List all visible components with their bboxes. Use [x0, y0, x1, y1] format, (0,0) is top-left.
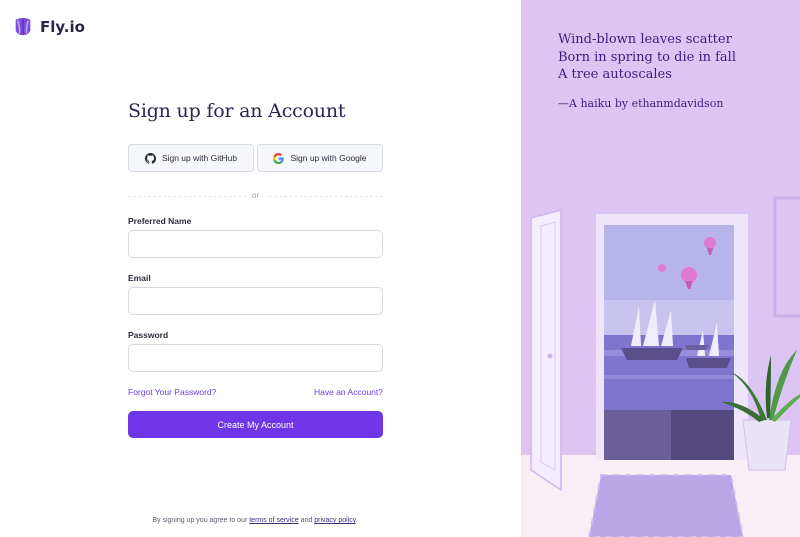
divider-text: or — [245, 191, 266, 200]
forgot-password-link[interactable]: Forgot Your Password? — [128, 387, 216, 397]
github-signup-button[interactable]: Sign up with GitHub — [128, 144, 254, 172]
brand-name: Fly.io — [40, 18, 85, 36]
privacy-policy-link[interactable]: privacy policy — [314, 517, 356, 524]
name-label: Preferred Name — [128, 216, 192, 226]
terms-notice: By signing up you agree to our terms of … — [0, 517, 510, 524]
email-input[interactable] — [128, 287, 383, 315]
terms-of-service-link[interactable]: terms of service — [249, 517, 298, 524]
haiku-line-2: Born in spring to die in fall — [558, 49, 736, 65]
illustration-panel: Wind-blown leaves scatter Born in spring… — [521, 0, 800, 537]
google-icon — [273, 152, 285, 164]
brand-logo[interactable]: Fly.io — [12, 16, 85, 38]
password-input[interactable] — [128, 344, 383, 372]
or-divider: or — [128, 191, 383, 201]
signup-form: Sign up for an Account Sign up with GitH… — [128, 100, 383, 438]
create-account-button[interactable]: Create My Account — [128, 411, 383, 438]
password-label: Password — [128, 330, 169, 340]
email-label: Email — [128, 273, 151, 283]
google-signup-button[interactable]: Sign up with Google — [257, 144, 383, 172]
haiku-line-3: A tree autoscales — [558, 67, 672, 82]
page-title: Sign up for an Account — [128, 100, 346, 122]
google-button-label: Sign up with Google — [290, 153, 367, 163]
terms-and: and — [298, 517, 315, 524]
fly-balloon-icon — [15, 17, 31, 36]
haiku-text: Wind-blown leaves scatter Born in spring… — [558, 31, 736, 84]
signup-panel: Fly.io Sign up for an Account Sign up wi… — [0, 0, 521, 537]
github-button-label: Sign up with GitHub — [161, 153, 238, 163]
have-account-link[interactable]: Have an Account? — [314, 387, 383, 397]
preferred-name-input[interactable] — [128, 230, 383, 258]
oauth-buttons: Sign up with GitHub Sign up with Google — [128, 144, 383, 172]
github-icon — [144, 152, 156, 164]
terms-suffix: . — [355, 517, 358, 524]
terms-prefix: By signing up you agree to our — [152, 517, 250, 524]
haiku-line-1: Wind-blown leaves scatter — [558, 32, 732, 47]
haiku-attribution: —A haiku by ethanmdavidson — [558, 97, 724, 110]
